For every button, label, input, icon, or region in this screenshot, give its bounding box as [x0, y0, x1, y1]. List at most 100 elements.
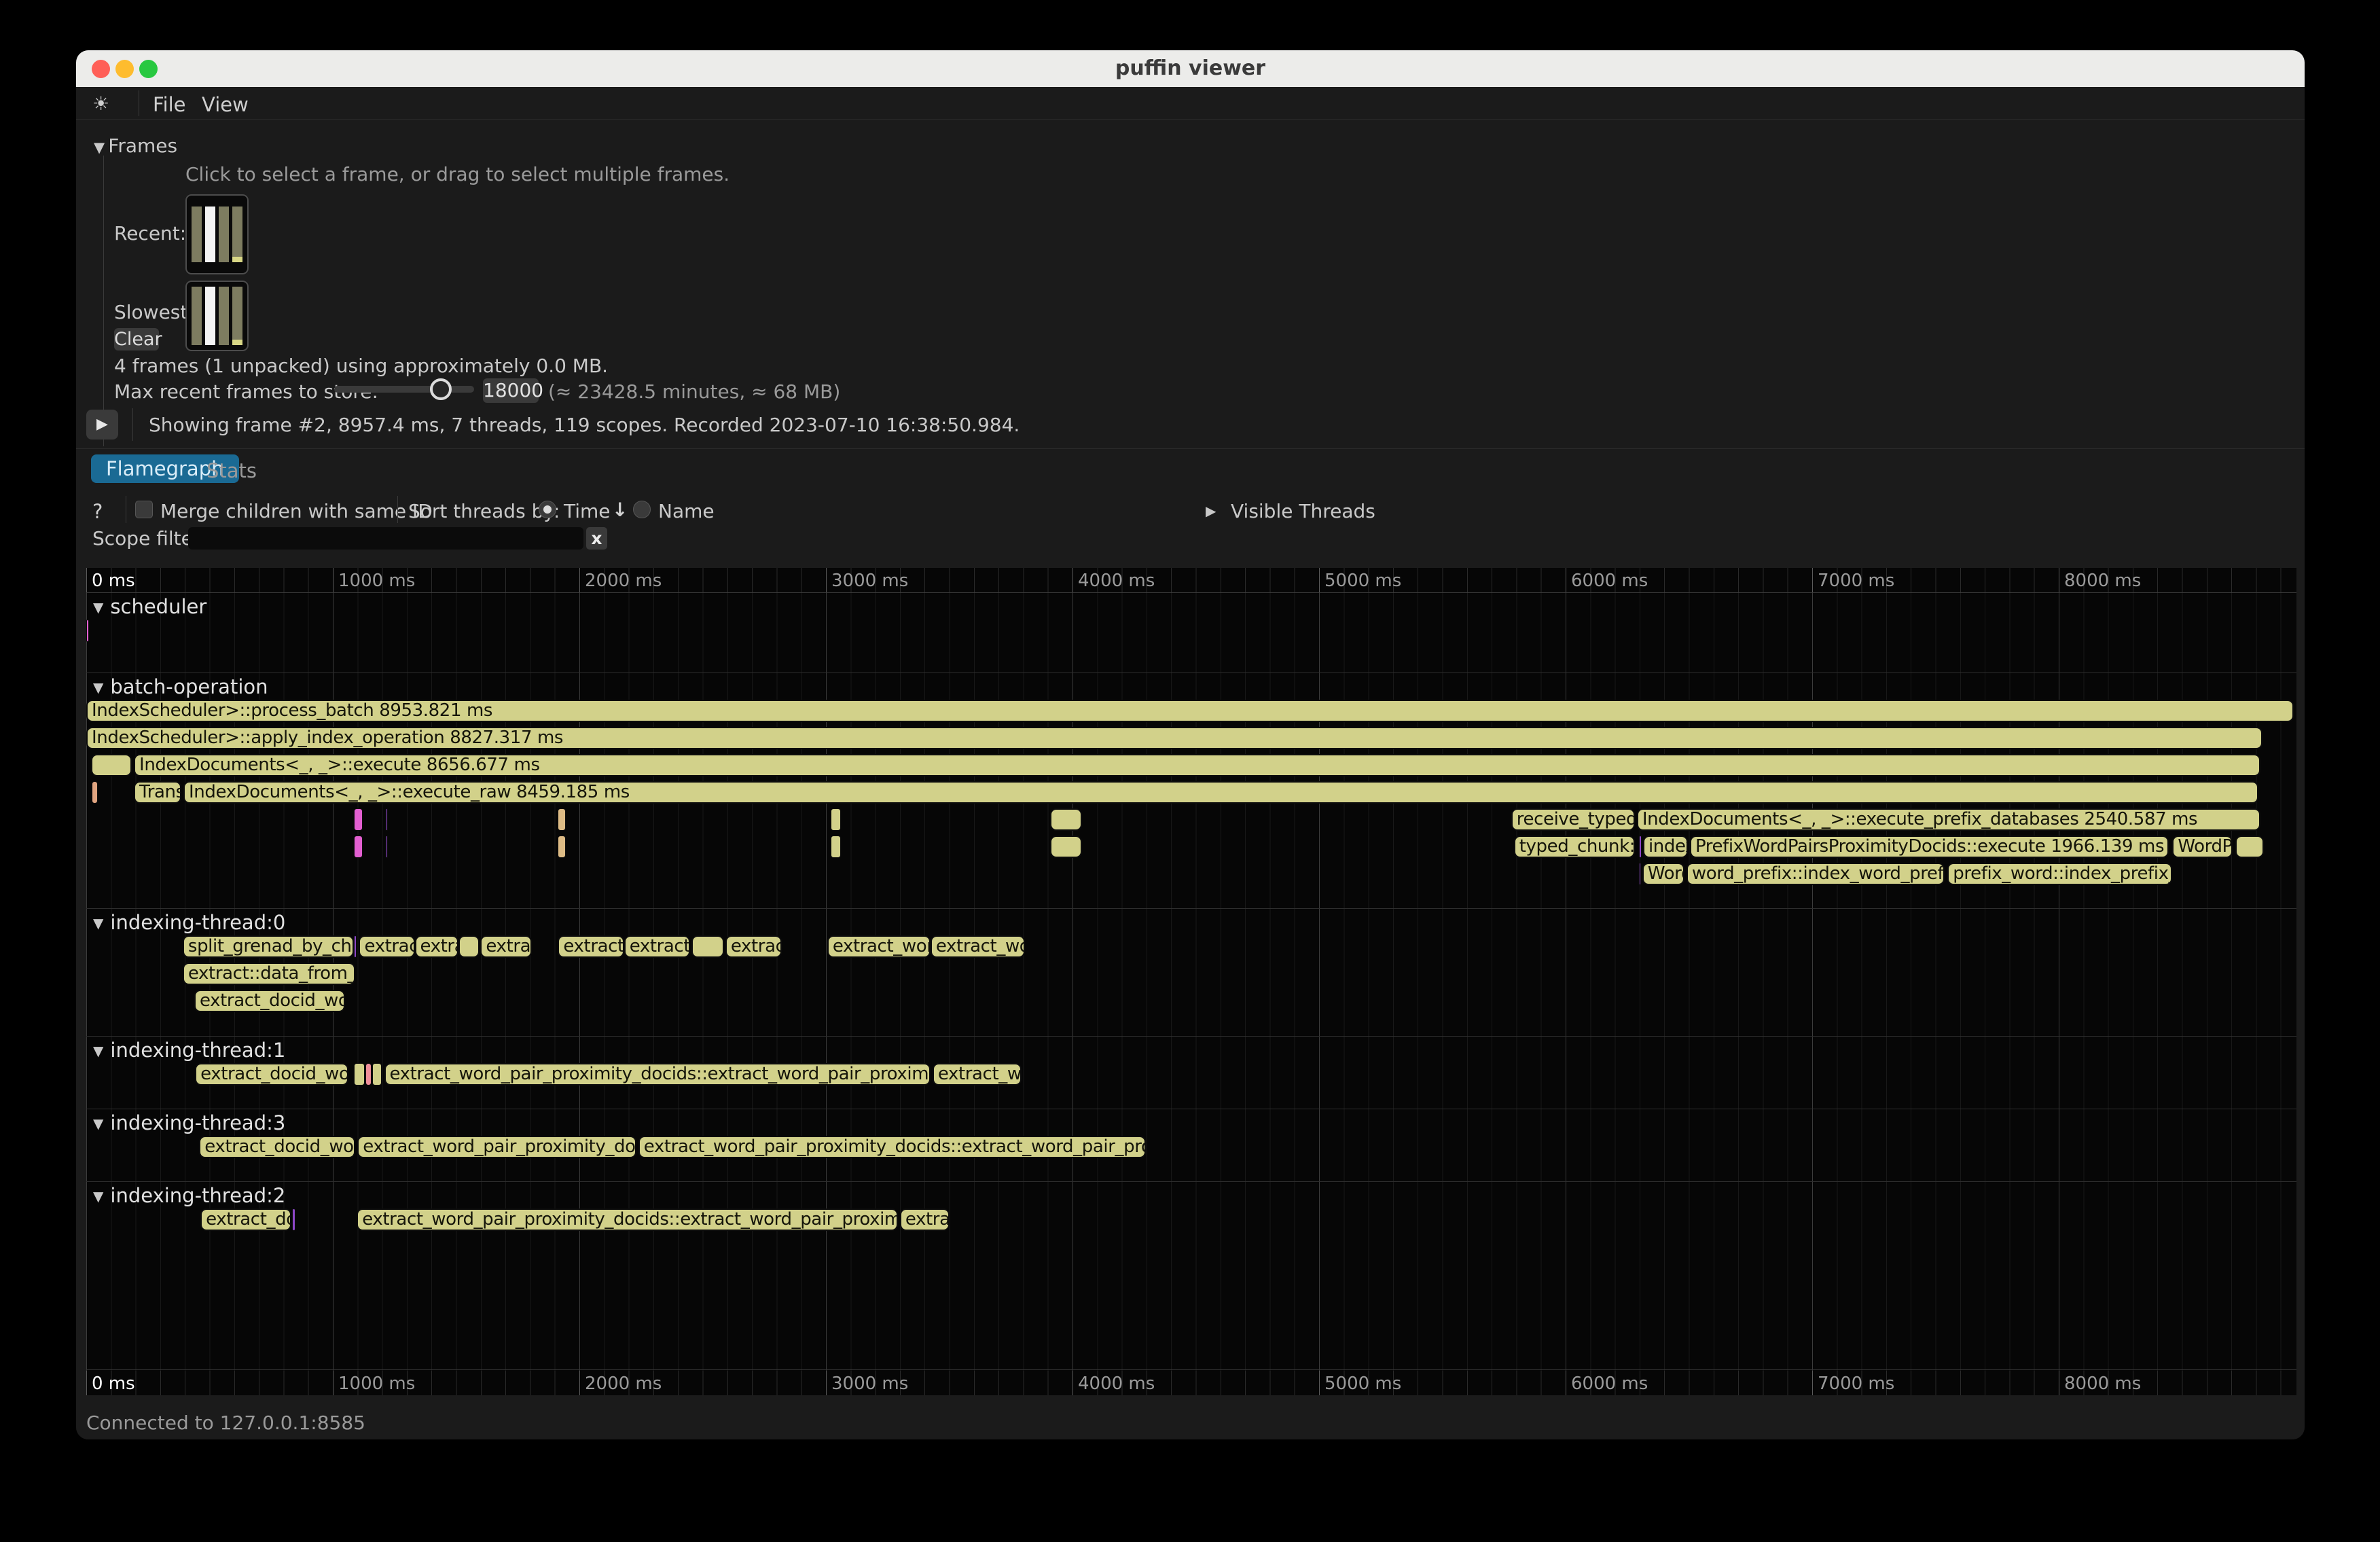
frame-thumb-bar[interactable] — [192, 287, 202, 345]
scope-bar[interactable]: extrac — [900, 1208, 950, 1231]
scope-bar-small[interactable] — [91, 754, 132, 776]
theme-toggle-icon[interactable]: ☀ — [92, 92, 109, 115]
scope-bar[interactable]: IndexScheduler>::process_batch 8953.821 … — [86, 700, 2294, 722]
scope-bar[interactable]: word_prefix::index_word_prefix_ — [1687, 863, 1945, 885]
axis-line — [86, 1369, 2296, 1370]
thread-header-indexing-thread:2[interactable]: ▼indexing-thread:2 — [86, 1184, 285, 1206]
thread-header-indexing-thread:1[interactable]: ▼indexing-thread:1 — [86, 1039, 285, 1060]
scope-bar-small[interactable] — [365, 1063, 372, 1086]
scope-bar-small[interactable] — [354, 808, 363, 831]
scope-bar[interactable]: typed_chunk::w — [1514, 836, 1635, 858]
scope-bar[interactable]: extract — [359, 935, 414, 958]
scope-bar[interactable]: extract_ — [558, 935, 624, 958]
scope-bar[interactable]: extract_word_pair_proximity_docids::extr… — [384, 1063, 931, 1086]
help-button[interactable]: ? — [92, 500, 103, 523]
scope-bar[interactable]: extract_docid_wor — [194, 990, 345, 1012]
play-button[interactable]: ▶ — [86, 410, 118, 440]
scope-bar-small[interactable] — [354, 1063, 365, 1086]
visible-threads-header[interactable]: Visible Threads — [1231, 500, 1375, 522]
scope-bar[interactable]: extract — [725, 935, 782, 958]
menu-item-file[interactable]: File — [153, 93, 186, 116]
panel-separator — [76, 448, 2305, 449]
scope-bar[interactable]: IndexDocuments<_, _>::execute_raw 8459.1… — [183, 781, 2258, 804]
thread-header-indexing-thread:0[interactable]: ▼indexing-thread:0 — [86, 911, 285, 933]
scope-bar-small[interactable] — [1639, 863, 1641, 885]
menu-item-view[interactable]: View — [202, 93, 249, 116]
scope-bar[interactable]: extract_word_pair_proximity_docids::extr… — [357, 1208, 898, 1231]
frame-thumb-bar[interactable] — [219, 207, 229, 262]
scope-bar[interactable]: WordPr — [2172, 836, 2232, 858]
scope-bar[interactable]: index — [1643, 836, 1688, 858]
scope-bar-small[interactable] — [831, 836, 841, 858]
scope-bar-small[interactable] — [691, 935, 724, 958]
scope-bar[interactable]: extract_wo — [933, 1063, 1022, 1086]
collapse-triangle-icon: ▼ — [94, 139, 105, 156]
scope-bar[interactable]: prefix_word::index_prefix_wo — [1947, 863, 2172, 885]
scope-filter-input[interactable] — [188, 527, 583, 550]
slider-knob[interactable] — [430, 378, 452, 400]
frame-thumb-bar-selected[interactable] — [205, 207, 215, 262]
max-frames-slider[interactable] — [334, 386, 474, 393]
frames-section-header[interactable]: ▼ Frames — [94, 135, 177, 157]
frame-thumb-bar-selected[interactable] — [205, 287, 215, 345]
scope-bar[interactable]: PrefixWordPairsProximityDocids::execute … — [1690, 836, 2169, 858]
recent-frames-thumbnail[interactable] — [185, 194, 249, 274]
tab-stats[interactable]: Stats — [206, 459, 257, 482]
frame-thumb-bar[interactable] — [192, 207, 202, 262]
flamegraph-canvas[interactable]: 0 ms1000 ms2000 ms3000 ms4000 ms5000 ms6… — [86, 568, 2296, 1395]
clear-button[interactable]: Clear — [114, 328, 159, 351]
scope-bar[interactable]: IndexScheduler>::apply_index_operation 8… — [86, 727, 2262, 749]
scope-bar[interactable]: extract_word_pair_proximity_docids — [357, 1136, 636, 1158]
scope-bar-small[interactable] — [558, 808, 565, 831]
thread-header-indexing-thread:3[interactable]: ▼indexing-thread:3 — [86, 1111, 285, 1133]
scope-bar-small[interactable] — [1050, 808, 1082, 831]
scope-bar-small[interactable] — [831, 808, 841, 831]
scope-bar[interactable]: extract_docid_word — [195, 1063, 348, 1086]
thread-header-batch-operation[interactable]: ▼batch-operation — [86, 675, 268, 697]
scope-bar-small[interactable] — [86, 620, 89, 642]
scope-bar[interactable]: IndexDocuments<_, _>::execute_prefix_dat… — [1637, 808, 2260, 831]
scope-bar-small[interactable] — [1050, 836, 1082, 858]
frame-thumb-bar[interactable] — [232, 207, 242, 262]
scope-bar-small[interactable] — [386, 836, 388, 858]
scope-bar-small[interactable] — [372, 1063, 382, 1086]
sort-direction-arrow-icon[interactable]: ↓ — [612, 499, 628, 521]
scope-bar[interactable]: split_grenad_by_chun — [183, 935, 354, 958]
scope-bar[interactable]: extract_wo — [931, 935, 1025, 958]
scope-bar[interactable]: extract::data_from_ob — [183, 963, 355, 985]
merge-children-checkbox[interactable] — [135, 501, 153, 518]
scope-bar-small[interactable] — [558, 836, 565, 858]
scope-bar[interactable]: Word — [1642, 863, 1684, 885]
scope-bar[interactable]: Trans — [134, 781, 181, 804]
sort-by-name-radio[interactable] — [633, 501, 651, 518]
recent-label: Recent: — [114, 222, 186, 245]
scope-bar-small[interactable] — [354, 836, 363, 858]
clear-filter-button[interactable]: x — [586, 527, 607, 550]
max-frames-value[interactable]: 18000 — [483, 378, 539, 403]
scope-bar[interactable]: extra — [415, 935, 459, 958]
scope-bar-small[interactable] — [1639, 836, 1642, 858]
scope-bar[interactable]: extract_ — [624, 935, 690, 958]
sort-by-time-radio[interactable] — [539, 501, 556, 518]
scope-bar[interactable]: extract_word — [827, 935, 931, 958]
thread-header-scheduler[interactable]: ▼scheduler — [86, 595, 206, 617]
scope-bar-small[interactable] — [2235, 836, 2264, 858]
scope-bar[interactable]: extrac — [480, 935, 531, 958]
scope-bar-small[interactable] — [292, 1208, 295, 1231]
scope-bar[interactable]: IndexDocuments<_, _>::execute 8656.677 m… — [134, 754, 2260, 776]
scope-bar[interactable]: extract_word_pair_proximity_docids::extr… — [638, 1136, 1146, 1158]
frame-thumb-bar[interactable] — [219, 287, 229, 345]
scope-bar-small[interactable] — [386, 808, 388, 831]
scope-bar-small[interactable] — [354, 935, 357, 958]
chevron-right-icon: ▶ — [1206, 503, 1216, 519]
separator — [397, 496, 398, 523]
scope-bar-small[interactable] — [92, 781, 98, 804]
scope-bar[interactable]: receive_typed_ — [1511, 808, 1635, 831]
scope-bar-small[interactable] — [458, 935, 479, 958]
slowest-frames-thumbnail[interactable] — [185, 281, 249, 351]
axis-tick-bottom: 3000 ms — [831, 1374, 908, 1394]
scope-bar[interactable]: extract_doc — [200, 1208, 291, 1231]
scope-bar[interactable]: extract_docid_word — [199, 1136, 355, 1158]
frame-thumb-bar[interactable] — [232, 287, 242, 345]
axis-tick-top: 5000 ms — [1324, 571, 1401, 591]
